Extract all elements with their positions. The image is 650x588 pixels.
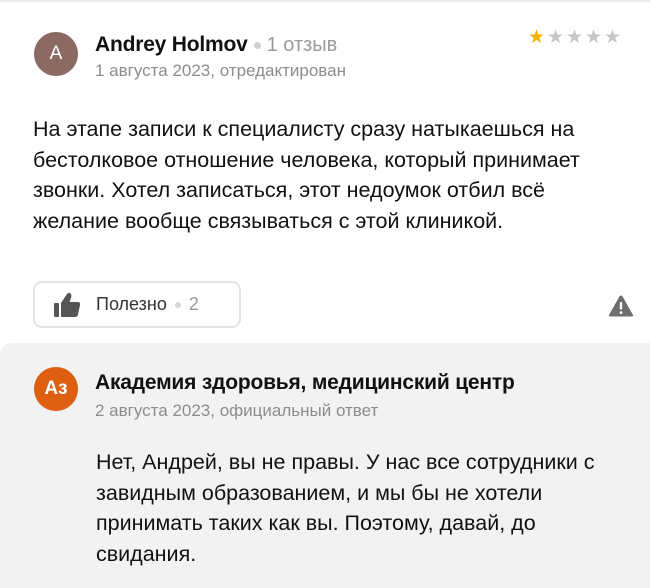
author-line: Andrey Holmov 1 отзыв: [95, 32, 337, 58]
author-avatar[interactable]: A: [34, 32, 78, 76]
review-card: A Andrey Holmov 1 отзыв 1 августа 2023, …: [0, 0, 650, 340]
star-icon: ★: [584, 26, 603, 48]
separator-dot: [174, 301, 181, 308]
star-icon: ★: [603, 26, 622, 48]
star-icon: ★: [546, 26, 565, 48]
helpful-button[interactable]: Полезно 2: [33, 281, 241, 328]
review-text: На этапе записи к специалисту сразу наты…: [33, 117, 580, 233]
review-date: 1 августа 2023, отредактирован: [95, 61, 346, 80]
star-icon: ★: [565, 26, 584, 48]
organization-name[interactable]: Академия здоровья, медицинский центр: [95, 371, 515, 395]
thumbs-up-icon: [53, 292, 81, 318]
star-rating: ★ ★ ★ ★ ★: [527, 26, 622, 48]
helpful-label: Полезно: [96, 294, 167, 314]
star-icon: ★: [527, 26, 546, 48]
reply-text: Нет, Андрей, вы не правы. У нас все сотр…: [96, 450, 595, 566]
organization-avatar[interactable]: Аз: [34, 367, 78, 411]
separator-dot: [253, 41, 261, 49]
warning-icon[interactable]: [608, 294, 634, 318]
author-review-count: 1 отзыв: [266, 33, 338, 56]
reply-date: 2 августа 2023, официальный ответ: [95, 401, 379, 420]
author-name[interactable]: Andrey Holmov: [95, 33, 248, 57]
helpful-count: 2: [188, 294, 199, 314]
official-reply: Аз Академия здоровья, медицинский центр …: [0, 343, 650, 588]
